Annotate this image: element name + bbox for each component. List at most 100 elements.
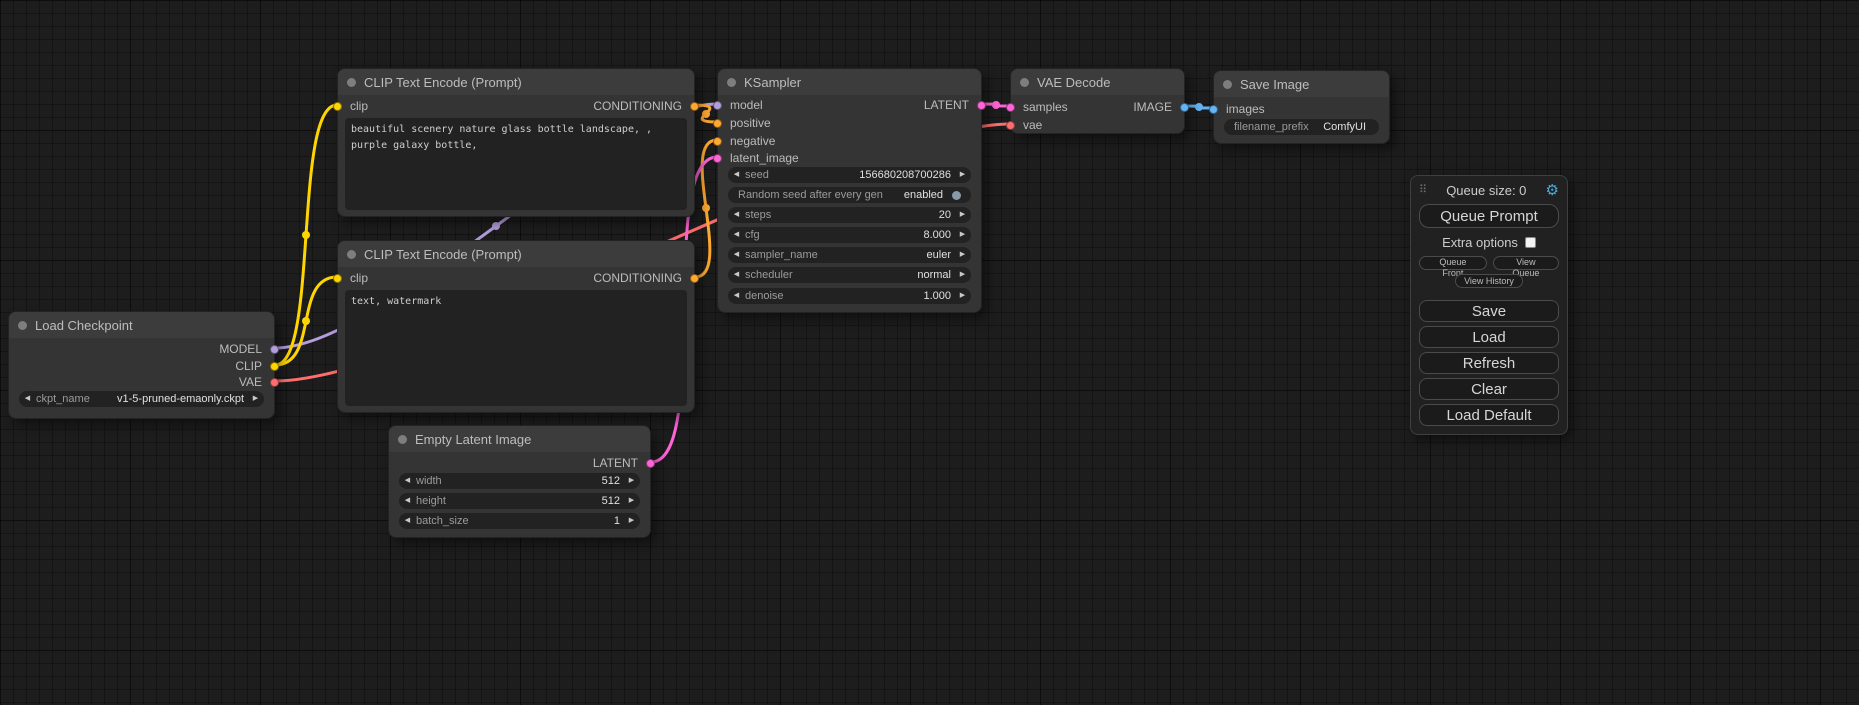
collapse-dot-icon[interactable] bbox=[727, 78, 736, 87]
prompt-text-area[interactable]: text, watermark bbox=[345, 290, 687, 406]
node-title-bar[interactable]: CLIP Text Encode (Prompt) bbox=[338, 241, 694, 267]
width-widget[interactable]: ◀ width 512 ▶ bbox=[399, 473, 640, 489]
link-clip-to-positive bbox=[275, 105, 337, 365]
collapse-dot-icon[interactable] bbox=[347, 78, 356, 87]
conditioning-slot-dot[interactable] bbox=[690, 274, 699, 283]
collapse-dot-icon[interactable] bbox=[1020, 78, 1029, 87]
load-default-button[interactable]: Load Default bbox=[1419, 404, 1559, 426]
extra-options-checkbox[interactable] bbox=[1525, 237, 1536, 248]
decrement-arrow-icon[interactable]: ◀ bbox=[399, 473, 416, 489]
denoise-widget[interactable]: ◀ denoise 1.000 ▶ bbox=[728, 288, 971, 304]
increment-arrow-icon[interactable]: ▶ bbox=[954, 247, 971, 263]
node-vae-decode[interactable]: VAE Decode samples vae IMAGE bbox=[1010, 68, 1185, 134]
link-midpoint-dot bbox=[302, 231, 310, 239]
increment-arrow-icon[interactable]: ▶ bbox=[247, 391, 264, 407]
history-buttons-row: View History bbox=[1419, 274, 1559, 288]
node-clip-text-encode-negative[interactable]: CLIP Text Encode (Prompt) clip CONDITION… bbox=[337, 240, 695, 413]
decrement-arrow-icon[interactable]: ◀ bbox=[399, 513, 416, 529]
node-title: Empty Latent Image bbox=[415, 432, 531, 447]
conditioning-slot-dot[interactable] bbox=[713, 119, 722, 128]
node-empty-latent-image[interactable]: Empty Latent Image LATENT ◀ width 512 ▶ … bbox=[388, 425, 651, 538]
collapse-dot-icon[interactable] bbox=[1223, 80, 1232, 89]
latent-slot-dot[interactable] bbox=[977, 101, 986, 110]
decrement-arrow-icon[interactable]: ◀ bbox=[728, 227, 745, 243]
widget-label: seed bbox=[745, 169, 769, 181]
view-queue-button[interactable]: View Queue bbox=[1493, 256, 1559, 270]
save-button[interactable]: Save bbox=[1419, 300, 1559, 322]
collapse-dot-icon[interactable] bbox=[398, 435, 407, 444]
widget-value: 512 bbox=[446, 495, 623, 507]
increment-arrow-icon[interactable]: ▶ bbox=[623, 473, 640, 489]
node-title: VAE Decode bbox=[1037, 75, 1110, 90]
decrement-arrow-icon[interactable]: ◀ bbox=[728, 267, 745, 283]
filename-prefix-widget[interactable]: filename_prefix ComfyUI bbox=[1224, 119, 1379, 135]
clear-button[interactable]: Clear bbox=[1419, 378, 1559, 400]
settings-gear-icon[interactable]: ⚙ bbox=[1546, 183, 1559, 198]
refresh-button[interactable]: Refresh bbox=[1419, 352, 1559, 374]
view-history-button[interactable]: View History bbox=[1455, 274, 1523, 288]
model-slot-dot[interactable] bbox=[270, 345, 279, 354]
toggle-dot[interactable] bbox=[952, 191, 961, 200]
node-title: CLIP Text Encode (Prompt) bbox=[364, 75, 522, 90]
output-slot-model: MODEL bbox=[9, 341, 274, 357]
node-title-bar[interactable]: VAE Decode bbox=[1011, 69, 1184, 95]
random-seed-toggle[interactable]: Random seed after every gen enabled bbox=[728, 187, 971, 203]
output-slot-image: IMAGE bbox=[1011, 99, 1184, 115]
decrement-arrow-icon[interactable]: ◀ bbox=[728, 247, 745, 263]
decrement-arrow-icon[interactable]: ◀ bbox=[728, 207, 745, 223]
increment-arrow-icon[interactable]: ▶ bbox=[954, 167, 971, 183]
increment-arrow-icon[interactable]: ▶ bbox=[954, 227, 971, 243]
batch-size-widget[interactable]: ◀ batch_size 1 ▶ bbox=[399, 513, 640, 529]
decrement-arrow-icon[interactable]: ◀ bbox=[728, 288, 745, 304]
steps-widget[interactable]: ◀ steps 20 ▶ bbox=[728, 207, 971, 223]
node-title-bar[interactable]: Empty Latent Image bbox=[389, 426, 650, 452]
queue-front-button[interactable]: Queue Front bbox=[1419, 256, 1487, 270]
node-title-bar[interactable]: Load Checkpoint bbox=[9, 312, 274, 338]
slot-label: CLIP bbox=[235, 359, 274, 373]
image-slot-dot[interactable] bbox=[1180, 103, 1189, 112]
increment-arrow-icon[interactable]: ▶ bbox=[954, 207, 971, 223]
conditioning-slot-dot[interactable] bbox=[690, 102, 699, 111]
node-title: Load Checkpoint bbox=[35, 318, 133, 333]
sampler-name-widget[interactable]: ◀ sampler_name euler ▶ bbox=[728, 247, 971, 263]
vae-slot-dot[interactable] bbox=[270, 378, 279, 387]
node-save-image[interactable]: Save Image images filename_prefix ComfyU… bbox=[1213, 70, 1390, 144]
collapse-dot-icon[interactable] bbox=[18, 321, 27, 330]
node-title-bar[interactable]: CLIP Text Encode (Prompt) bbox=[338, 69, 694, 95]
widget-label: height bbox=[416, 495, 446, 507]
increment-arrow-icon[interactable]: ▶ bbox=[954, 267, 971, 283]
increment-arrow-icon[interactable]: ▶ bbox=[954, 288, 971, 304]
link-midpoint-dot bbox=[1195, 103, 1203, 111]
decrement-arrow-icon[interactable]: ◀ bbox=[399, 493, 416, 509]
height-widget[interactable]: ◀ height 512 ▶ bbox=[399, 493, 640, 509]
prompt-text-area[interactable]: beautiful scenery nature glass bottle la… bbox=[345, 118, 687, 210]
conditioning-slot-dot[interactable] bbox=[713, 137, 722, 146]
image-slot-dot[interactable] bbox=[1209, 105, 1218, 114]
node-clip-text-encode-positive[interactable]: CLIP Text Encode (Prompt) clip CONDITION… bbox=[337, 68, 695, 217]
queue-prompt-button[interactable]: Queue Prompt bbox=[1419, 204, 1559, 228]
load-button[interactable]: Load bbox=[1419, 326, 1559, 348]
clip-slot-dot[interactable] bbox=[270, 362, 279, 371]
node-load-checkpoint[interactable]: Load Checkpoint MODEL CLIP VAE ◀ ckpt_na… bbox=[8, 311, 275, 419]
ckpt-name-widget[interactable]: ◀ ckpt_name v1-5-pruned-emaonly.ckpt ▶ bbox=[19, 391, 264, 407]
latent-slot-dot[interactable] bbox=[713, 154, 722, 163]
drag-handle-icon[interactable]: ⠿ bbox=[1419, 185, 1427, 196]
queue-menu-panel: ⠿ Queue size: 0 ⚙ Queue Prompt Extra opt… bbox=[1410, 175, 1568, 435]
node-title-bar[interactable]: KSampler bbox=[718, 69, 981, 95]
node-ksampler[interactable]: KSampler model positive negative latent_… bbox=[717, 68, 982, 313]
node-graph-canvas[interactable]: Load Checkpoint MODEL CLIP VAE ◀ ckpt_na… bbox=[0, 0, 1859, 705]
decrement-arrow-icon[interactable]: ◀ bbox=[728, 167, 745, 183]
cfg-widget[interactable]: ◀ cfg 8.000 ▶ bbox=[728, 227, 971, 243]
seed-widget[interactable]: ◀ seed 156680208700286 ▶ bbox=[728, 167, 971, 183]
latent-slot-dot[interactable] bbox=[646, 459, 655, 468]
scheduler-widget[interactable]: ◀ scheduler normal ▶ bbox=[728, 267, 971, 283]
link-midpoint-dot bbox=[302, 317, 310, 325]
widget-value: enabled bbox=[883, 189, 946, 201]
increment-arrow-icon[interactable]: ▶ bbox=[623, 493, 640, 509]
collapse-dot-icon[interactable] bbox=[347, 250, 356, 259]
vae-slot-dot[interactable] bbox=[1006, 121, 1015, 130]
output-slot-latent: LATENT bbox=[389, 455, 650, 471]
node-title-bar[interactable]: Save Image bbox=[1214, 71, 1389, 97]
decrement-arrow-icon[interactable]: ◀ bbox=[19, 391, 36, 407]
increment-arrow-icon[interactable]: ▶ bbox=[623, 513, 640, 529]
